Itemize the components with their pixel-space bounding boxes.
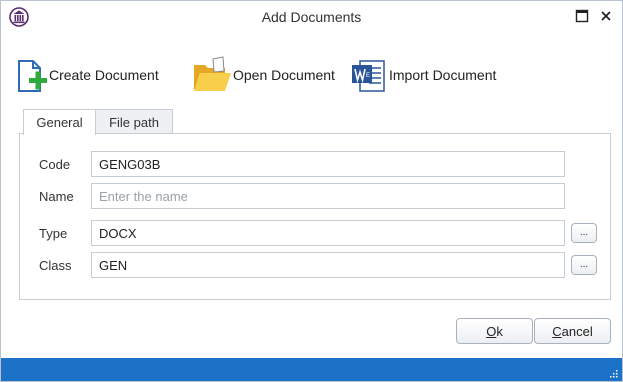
open-document-label: Open Document: [233, 67, 335, 83]
add-documents-dialog: Add Documents Create Document Open Docum…: [0, 0, 623, 382]
code-label: Code: [39, 157, 71, 172]
type-browse-button[interactable]: ...: [571, 223, 597, 243]
type-row: Type ...: [20, 220, 610, 246]
import-document-button[interactable]: E Import Document: [349, 55, 496, 95]
class-browse-button[interactable]: ...: [571, 255, 597, 275]
tab-file-path[interactable]: File path: [95, 109, 173, 134]
code-field[interactable]: [91, 151, 565, 177]
title-bar: Add Documents: [1, 1, 622, 33]
ok-label-rest: k: [496, 323, 503, 339]
resize-grip-icon[interactable]: [608, 368, 618, 378]
ok-mnemonic: O: [486, 323, 497, 339]
ok-button[interactable]: Ok: [456, 318, 533, 344]
type-field[interactable]: [91, 220, 565, 246]
class-label: Class: [39, 258, 72, 273]
name-field[interactable]: [91, 183, 565, 209]
type-label: Type: [39, 226, 68, 241]
tab-general[interactable]: General: [23, 109, 96, 135]
name-label: Name: [39, 189, 74, 204]
general-tab-panel: Code Name Type ... Class ...: [19, 133, 611, 300]
open-document-button[interactable]: Open Document: [191, 55, 335, 95]
class-field[interactable]: [91, 252, 565, 278]
import-document-label: Import Document: [389, 67, 497, 83]
open-folder-icon: [193, 56, 231, 91]
cancel-button[interactable]: Cancel: [534, 318, 611, 344]
code-row: Code: [20, 151, 610, 177]
word-document-icon: E: [352, 60, 385, 92]
svg-text:E: E: [366, 73, 370, 79]
maximize-icon[interactable]: [575, 9, 589, 23]
name-row: Name: [20, 183, 610, 209]
create-document-label: Create Document: [49, 67, 159, 83]
new-document-plus-icon: [18, 60, 47, 92]
class-row: Class ...: [20, 252, 610, 278]
create-document-button[interactable]: Create Document: [15, 55, 159, 95]
close-icon[interactable]: [599, 9, 613, 23]
status-bar: [1, 358, 622, 381]
window-title: Add Documents: [261, 9, 362, 25]
cancel-label-rest: ancel: [561, 323, 593, 339]
cancel-mnemonic: C: [552, 323, 562, 339]
